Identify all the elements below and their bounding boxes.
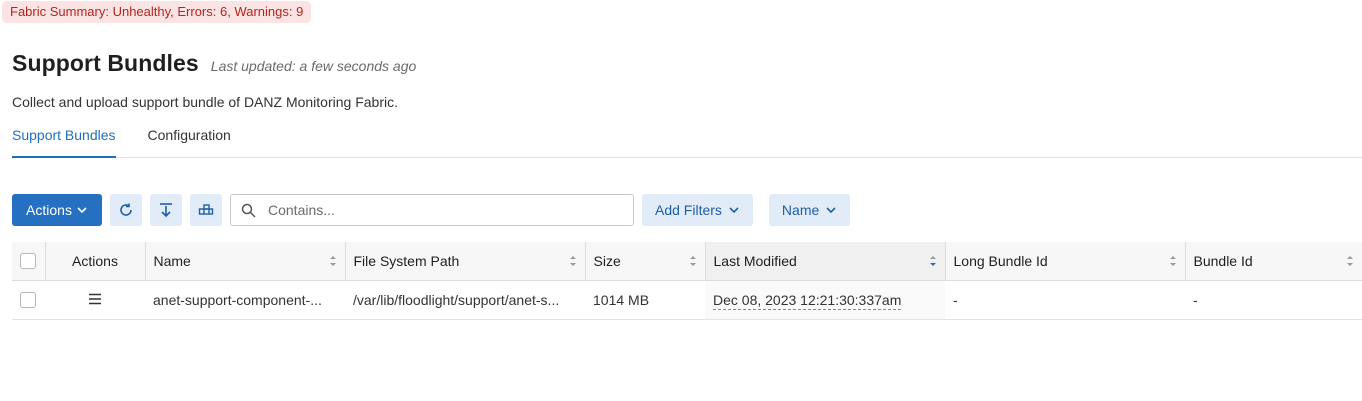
sort-icon bbox=[689, 256, 696, 266]
sort-icon bbox=[1169, 256, 1176, 266]
column-header-label: Last Modified bbox=[713, 252, 797, 269]
download-button[interactable] bbox=[150, 194, 182, 226]
row-select-cell bbox=[12, 280, 45, 320]
search-icon bbox=[241, 203, 256, 218]
actions-button[interactable]: Actions bbox=[12, 194, 102, 226]
last-modified-value[interactable]: Dec 08, 2023 12:21:30:337am bbox=[713, 291, 902, 310]
column-header-label: Name bbox=[153, 252, 191, 269]
menu-icon[interactable] bbox=[88, 293, 102, 305]
column-header-name[interactable]: Name bbox=[145, 242, 346, 281]
row-name-cell: anet-support-component-... bbox=[145, 280, 345, 320]
column-header-label: Size bbox=[593, 252, 621, 269]
tab-bar: Support Bundles Configuration bbox=[12, 120, 1362, 158]
search-input[interactable] bbox=[266, 201, 606, 219]
sort-descending-icon bbox=[929, 256, 936, 266]
columns-button[interactable] bbox=[190, 194, 222, 226]
row-last-modified-cell: Dec 08, 2023 12:21:30:337am bbox=[705, 280, 945, 320]
table-header-row: Actions Name File System Path Size Last … bbox=[12, 242, 1362, 281]
add-filters-label: Add Filters bbox=[655, 202, 722, 218]
chevron-down-icon bbox=[826, 207, 836, 214]
table-row[interactable]: anet-support-component-... /var/lib/floo… bbox=[12, 280, 1362, 320]
actions-button-label: Actions bbox=[26, 202, 72, 218]
column-header-label: Bundle Id bbox=[1193, 252, 1253, 269]
chevron-down-icon bbox=[729, 207, 739, 214]
toolbar: Actions Add Filters Name bbox=[12, 194, 851, 226]
page-title: Support Bundles bbox=[12, 50, 199, 76]
column-header-last-modified[interactable]: Last Modified bbox=[705, 242, 946, 281]
row-long-bundle-id-cell: - bbox=[945, 280, 1185, 320]
tab-support-bundles[interactable]: Support Bundles bbox=[12, 120, 116, 158]
name-filter-label: Name bbox=[781, 202, 820, 218]
row-actions-cell bbox=[45, 280, 145, 320]
sort-icon bbox=[1347, 256, 1353, 266]
last-updated-text: Last updated: a few seconds ago bbox=[210, 58, 417, 74]
sort-icon bbox=[569, 256, 576, 266]
column-header-file-system-path[interactable]: File System Path bbox=[345, 242, 586, 281]
chevron-down-icon bbox=[77, 207, 87, 214]
search-box[interactable] bbox=[230, 194, 634, 226]
column-header-label: Long Bundle Id bbox=[953, 252, 1048, 269]
page-description: Collect and upload support bundle of DAN… bbox=[12, 94, 398, 110]
row-path-cell: /var/lib/floodlight/support/anet-s... bbox=[345, 280, 585, 320]
row-checkbox[interactable] bbox=[20, 292, 36, 309]
column-header-bundle-id[interactable]: Bundle Id bbox=[1185, 242, 1362, 281]
select-all-checkbox[interactable] bbox=[20, 253, 36, 270]
name-filter-button[interactable]: Name bbox=[768, 194, 851, 226]
columns-icon bbox=[198, 204, 214, 215]
row-size-cell: 1014 MB bbox=[585, 280, 705, 320]
refresh-icon bbox=[120, 203, 132, 216]
select-all-header bbox=[12, 242, 46, 281]
row-bundle-id-cell: - bbox=[1185, 280, 1362, 320]
tab-configuration[interactable]: Configuration bbox=[148, 120, 231, 158]
download-icon bbox=[160, 203, 172, 218]
sort-icon bbox=[329, 256, 336, 266]
page-header: Support Bundles Last updated: a few seco… bbox=[12, 50, 416, 77]
add-filters-button[interactable]: Add Filters bbox=[642, 194, 753, 226]
column-header-actions: Actions bbox=[45, 242, 146, 281]
column-header-label: File System Path bbox=[353, 252, 460, 269]
refresh-button[interactable] bbox=[110, 194, 142, 226]
column-header-size[interactable]: Size bbox=[585, 242, 706, 281]
fabric-summary-badge[interactable]: Fabric Summary: Unhealthy, Errors: 6, Wa… bbox=[2, 1, 312, 23]
support-bundles-table: Actions Name File System Path Size Last … bbox=[12, 242, 1362, 320]
column-header-long-bundle-id[interactable]: Long Bundle Id bbox=[945, 242, 1186, 281]
